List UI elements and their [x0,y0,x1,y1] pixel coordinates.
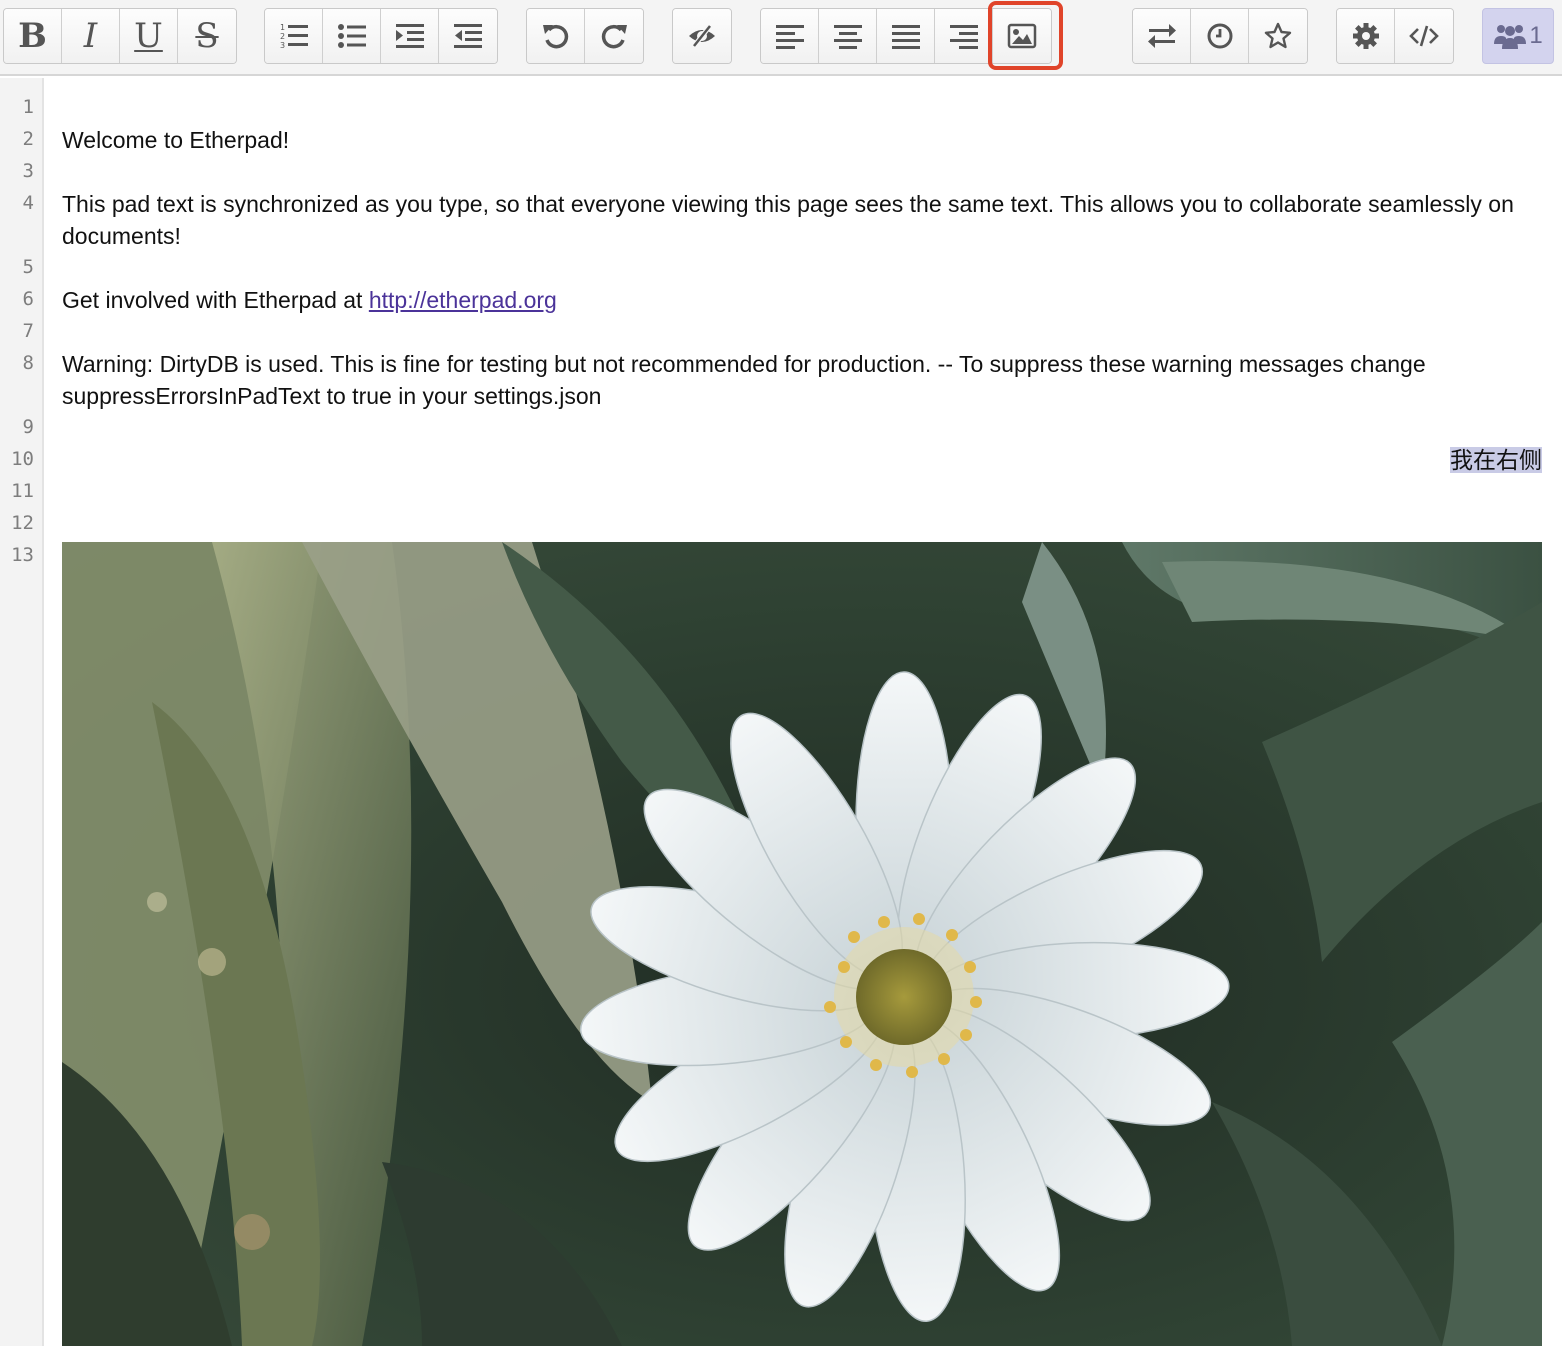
list-group: 1 2 3 [264,8,498,64]
line-number: 12 [11,512,34,534]
format-group: B I U S [3,8,237,64]
bold-button[interactable]: B [4,9,62,63]
warning-paragraph[interactable]: Warning: DirtyDB is used. This is fine f… [62,348,1542,412]
align-center-button[interactable] [819,9,877,63]
bold-icon: B [18,16,47,56]
users-icon [1494,25,1527,49]
embed-icon [1409,25,1439,47]
eye-slash-icon [689,24,715,48]
inserted-flower-image[interactable] [62,542,1542,1346]
line-number: 7 [22,320,34,342]
line-number: 13 [11,544,34,566]
import-export-icon [1147,24,1176,48]
line-number: 8 [22,352,34,374]
ordered-list-icon: 1 2 3 [280,23,308,50]
users-button[interactable]: 1 [1482,8,1554,64]
italic-icon: I [83,16,98,56]
welcome-line[interactable]: Welcome to Etherpad! [62,124,1542,156]
redo-button[interactable] [585,9,643,63]
settings-group [1336,8,1454,64]
involved-prefix: Get involved with Etherpad at [62,287,369,313]
view-group [672,8,732,64]
underline-button[interactable]: U [120,9,178,63]
settings-button[interactable] [1337,9,1395,63]
import-export-button[interactable] [1133,9,1191,63]
star-icon [1264,22,1292,49]
italic-button[interactable]: I [62,9,120,63]
user-count: 1 [1529,22,1543,49]
toggle-authorship-colors-button[interactable] [673,9,731,63]
underline-icon: U [134,16,163,56]
line-number: 5 [22,256,34,278]
insert-image-button[interactable] [993,9,1051,63]
indent-button[interactable] [381,9,439,63]
line-number-gutter: 1 2 3 4 5 6 7 8 9 10 11 12 13 [0,78,44,1346]
involved-line[interactable]: Get involved with Etherpad at http://eth… [62,284,1542,316]
etherpad-link[interactable]: http://etherpad.org [369,287,557,313]
line-number: 2 [22,128,34,150]
line-number: 3 [22,160,34,182]
align-center-icon [833,25,862,49]
svg-text:1: 1 [280,23,285,32]
align-right-button[interactable] [935,9,993,63]
align-justify-icon [891,25,920,49]
settings-icon [1352,23,1379,49]
undo-icon [542,24,568,49]
unordered-list-button[interactable] [323,9,381,63]
align-group [760,8,1052,64]
embed-button[interactable] [1395,9,1453,63]
align-left-icon [775,25,804,49]
strikethrough-button[interactable]: S [178,9,236,63]
star-button[interactable] [1249,9,1307,63]
line-number: 6 [22,288,34,310]
line-number: 1 [22,96,34,118]
selected-right-text[interactable]: 我在右侧 [1450,447,1542,473]
svg-text:3: 3 [280,41,285,50]
redo-icon [601,24,627,49]
align-justify-button[interactable] [877,9,935,63]
unordered-list-icon [337,24,366,48]
ordered-list-button[interactable]: 1 2 3 [265,9,323,63]
flower-photo [62,542,1542,1346]
strikethrough-icon: S [195,16,219,56]
outdent-button[interactable] [439,9,497,63]
align-right-icon [949,25,978,49]
indent-icon [395,24,424,48]
svg-text:2: 2 [280,32,285,41]
timeslider-button[interactable] [1191,9,1249,63]
line-number: 11 [11,480,34,502]
line-number: 4 [22,192,34,214]
right-aligned-line[interactable]: 我在右侧 [62,444,1542,476]
undo-button[interactable] [527,9,585,63]
align-left-button[interactable] [761,9,819,63]
outdent-icon [454,24,482,48]
image-icon [1007,23,1037,49]
sync-paragraph[interactable]: This pad text is synchronized as you typ… [62,188,1542,252]
history-group [526,8,644,64]
line-number: 10 [11,448,34,470]
timeslider-icon [1207,23,1232,49]
line-number: 9 [22,416,34,438]
editor-toolbar: B I U S 1 2 3 1 [0,0,1562,76]
pad-actions-group [1132,8,1308,64]
